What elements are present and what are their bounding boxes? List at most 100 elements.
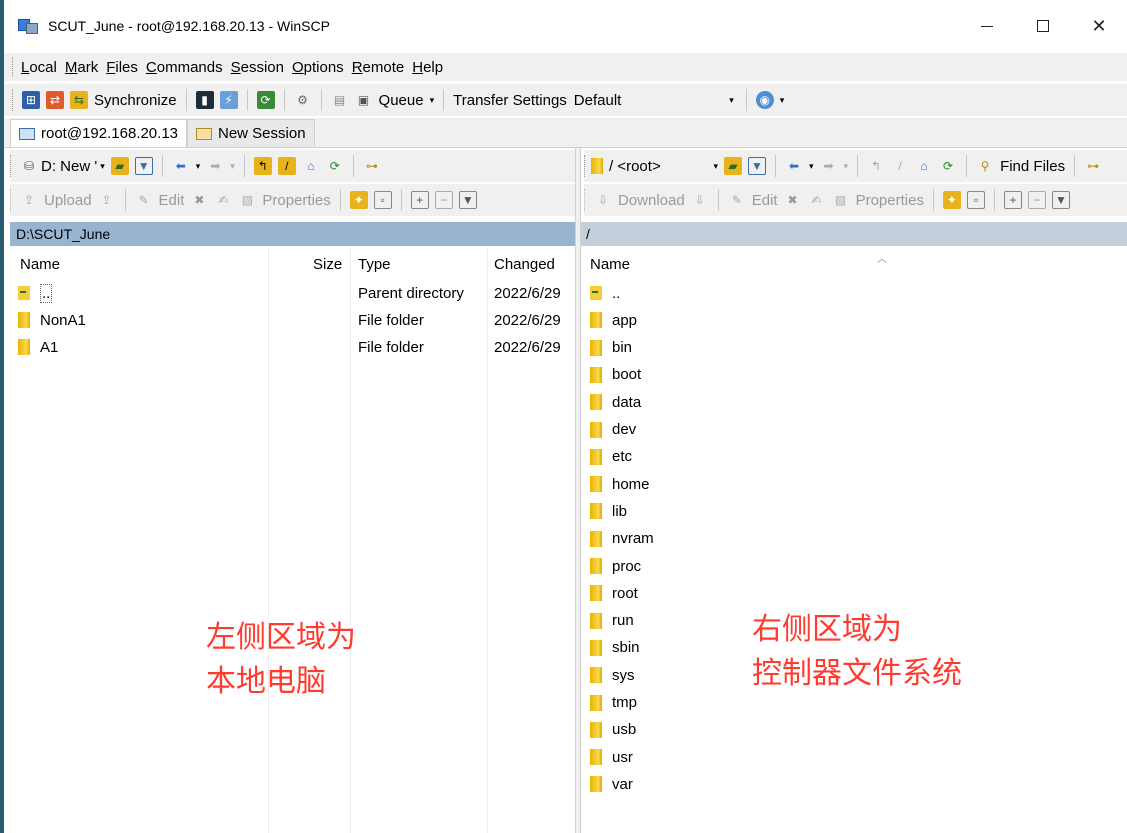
new-file-icon[interactable]: ▫ <box>373 191 392 209</box>
select-all-icon[interactable]: + <box>410 191 429 209</box>
tree-icon[interactable]: ⊶ <box>363 157 381 175</box>
globe-icon[interactable]: ◉ <box>755 91 774 109</box>
table-row[interactable]: home <box>590 471 1120 497</box>
table-row[interactable]: boot <box>590 362 1120 388</box>
pane-splitter[interactable] <box>575 148 581 833</box>
menu-files[interactable]: Files <box>106 59 138 76</box>
table-row[interactable]: root <box>590 580 1120 606</box>
close-button[interactable]: ✕ <box>1071 0 1127 52</box>
new-file-icon[interactable]: ▫ <box>966 191 985 209</box>
queue-button[interactable]: Queue <box>379 92 424 109</box>
compare-icon[interactable]: ⊞ <box>22 91 40 109</box>
open-directory-icon[interactable]: ▰ <box>724 157 742 175</box>
properties-button[interactable]: Properties <box>262 192 330 209</box>
forward-dropdown-icon[interactable]: ▾ <box>844 161 849 172</box>
new-folder-icon[interactable]: ✦ <box>942 191 961 209</box>
forward-dropdown-icon[interactable]: ▾ <box>230 161 235 172</box>
tree-icon[interactable]: ⊶ <box>1084 157 1102 175</box>
new-folder-icon[interactable]: ✦ <box>349 191 368 209</box>
menu-mark[interactable]: Mark <box>65 59 98 76</box>
menu-remote[interactable]: Remote <box>352 59 405 76</box>
parent-directory-icon[interactable]: ↰ <box>867 157 885 175</box>
queue-dropdown-icon[interactable]: ▾ <box>430 95 435 106</box>
column-header-name[interactable]: Name <box>20 256 60 273</box>
back-dropdown-icon[interactable]: ▾ <box>809 161 814 172</box>
globe-dropdown-icon[interactable]: ▾ <box>780 95 785 106</box>
upload-options-icon[interactable]: ⇪ <box>98 191 116 209</box>
download-button[interactable]: Download <box>618 192 685 209</box>
local-file-list[interactable]: Name Size Type Changed .. Parent directo… <box>10 248 575 833</box>
download-options-icon[interactable]: ⇩ <box>691 191 709 209</box>
rename-icon[interactable]: ✍ <box>808 191 826 209</box>
transfer-preset-select[interactable]: Default ▾ <box>569 89 740 111</box>
unselect-all-icon[interactable]: − <box>434 191 453 209</box>
table-row[interactable]: dev <box>590 417 1120 443</box>
table-row[interactable]: .. <box>590 280 1120 306</box>
home-icon[interactable]: ⌂ <box>302 157 320 175</box>
edit-button[interactable]: Edit <box>752 192 778 209</box>
forward-arrow-icon[interactable]: ➡ <box>206 157 224 175</box>
table-row[interactable]: app <box>590 307 1120 333</box>
maximize-button[interactable] <box>1015 0 1071 52</box>
forward-arrow-icon[interactable]: ➡ <box>820 157 838 175</box>
back-arrow-icon[interactable]: ⬅ <box>172 157 190 175</box>
table-row[interactable]: A1 File folder 2022/6/29 <box>18 334 573 360</box>
menu-session[interactable]: Session <box>231 59 284 76</box>
column-header-type[interactable]: Type <box>358 256 391 273</box>
table-row[interactable]: bin <box>590 335 1120 361</box>
synchronize-icon[interactable]: ⇆ <box>70 91 88 109</box>
root-directory-icon[interactable]: / <box>891 157 909 175</box>
open-directory-icon[interactable]: ▰ <box>110 157 129 175</box>
select-all-icon[interactable]: + <box>1003 191 1022 209</box>
delete-icon[interactable]: ✖ <box>190 191 208 209</box>
home-icon[interactable]: ⌂ <box>915 157 933 175</box>
preferences-gear-icon[interactable]: ⚙ <box>294 91 312 109</box>
menu-local[interactable]: Local <box>21 59 57 76</box>
refresh-icon[interactable]: ⟳ <box>326 157 344 175</box>
filter-icon[interactable]: ▼ <box>134 157 153 175</box>
menu-commands[interactable]: Commands <box>146 59 223 76</box>
table-row[interactable]: etc <box>590 444 1120 470</box>
column-header-changed[interactable]: Changed <box>494 256 555 273</box>
table-row[interactable]: data <box>590 389 1120 415</box>
table-row[interactable]: lib <box>590 498 1120 524</box>
select-filter-icon[interactable]: ▼ <box>458 191 477 209</box>
minimize-button[interactable] <box>959 0 1015 52</box>
menu-options[interactable]: Options <box>292 59 344 76</box>
remote-path-select[interactable]: / <root> ▾ <box>591 158 721 175</box>
select-filter-icon[interactable]: ▼ <box>1051 191 1070 209</box>
table-row[interactable]: usb <box>590 717 1120 743</box>
remote-file-list[interactable]: Name ︿ .. app bin boot data dev etc home lib nvra… <box>582 248 1127 833</box>
tab-new-session[interactable]: New Session <box>187 119 315 147</box>
refresh-icon[interactable]: ⟳ <box>256 91 275 109</box>
column-header-size[interactable]: Size <box>313 256 342 273</box>
filter-icon[interactable]: ▼ <box>748 157 766 175</box>
keep-up-to-date-icon[interactable]: ⇄ <box>46 91 64 109</box>
table-row[interactable]: .. Parent directory 2022/6/29 <box>18 280 573 306</box>
back-arrow-icon[interactable]: ⬅ <box>785 157 803 175</box>
parent-directory-icon[interactable]: ↰ <box>253 157 272 175</box>
refresh-icon[interactable]: ⟳ <box>939 157 957 175</box>
menu-help[interactable]: Help <box>412 59 443 76</box>
table-row[interactable]: proc <box>590 553 1120 579</box>
putty-icon[interactable]: ⚡ <box>219 91 238 109</box>
table-row[interactable]: NonA1 File folder 2022/6/29 <box>18 307 573 333</box>
table-row[interactable]: nvram <box>590 526 1120 552</box>
tab-session-root[interactable]: root@192.168.20.13 <box>10 119 187 147</box>
edit-button[interactable]: Edit <box>159 192 185 209</box>
rename-icon[interactable]: ✍ <box>214 191 232 209</box>
upload-button[interactable]: Upload <box>44 192 92 209</box>
terminal-icon[interactable]: ▮ <box>195 91 214 109</box>
delete-icon[interactable]: ✖ <box>784 191 802 209</box>
root-directory-icon[interactable]: / <box>277 157 296 175</box>
unselect-all-icon[interactable]: − <box>1027 191 1046 209</box>
find-files-button[interactable]: Find Files <box>1000 158 1065 175</box>
properties-button[interactable]: Properties <box>856 192 924 209</box>
synchronize-button[interactable]: Synchronize <box>94 92 177 109</box>
back-dropdown-icon[interactable]: ▾ <box>196 161 201 172</box>
table-row[interactable]: usr <box>590 744 1120 770</box>
local-drive-select[interactable]: ⛁ D: New ' ▾ <box>17 157 108 175</box>
table-row[interactable]: var <box>590 771 1120 797</box>
queue-list-icon[interactable]: ▤ <box>331 91 349 109</box>
column-header-name[interactable]: Name <box>590 256 630 273</box>
